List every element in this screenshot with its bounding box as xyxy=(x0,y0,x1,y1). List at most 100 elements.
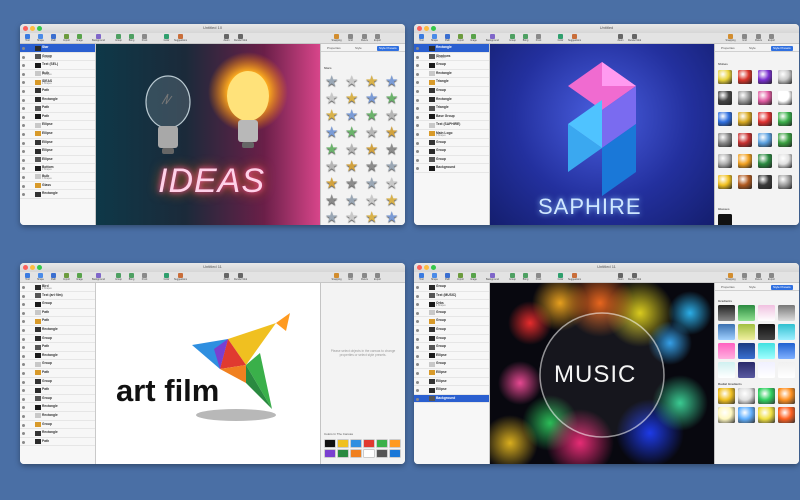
layer-row[interactable]: Ellipse xyxy=(20,147,95,156)
toolbar-button-image[interactable]: Image xyxy=(467,273,480,281)
toolbar-button-image[interactable]: Image xyxy=(73,34,86,42)
layer-row[interactable]: Rectangle xyxy=(20,326,95,335)
shine-preset[interactable] xyxy=(778,112,792,126)
gradient-preset[interactable] xyxy=(758,305,775,321)
visibility-icon[interactable] xyxy=(416,354,419,358)
radial-gradient-preset[interactable] xyxy=(738,388,755,404)
visibility-icon[interactable] xyxy=(22,440,25,444)
layer-row[interactable]: Group xyxy=(414,283,489,292)
star-preset[interactable]: ★ xyxy=(365,123,378,141)
shine-preset[interactable] xyxy=(738,70,752,84)
toolbar-button-front[interactable]: Front xyxy=(532,273,545,281)
toolbar-button-import[interactable]: Import xyxy=(60,273,73,281)
visibility-icon[interactable] xyxy=(22,303,25,307)
panel-tab[interactable]: Style Presets xyxy=(771,284,793,290)
toolbar-button-import[interactable]: Import xyxy=(454,34,467,42)
layer-row[interactable]: Ellipse xyxy=(414,369,489,378)
visibility-icon[interactable] xyxy=(22,81,25,85)
radial-gradient-preset[interactable] xyxy=(758,407,775,423)
layer-row[interactable]: Group xyxy=(414,139,489,148)
shine-preset[interactable] xyxy=(738,175,752,189)
toolbar-button-snapping[interactable]: Snapping xyxy=(724,34,737,42)
radial-gradient-preset[interactable] xyxy=(718,388,735,404)
canvas-color-swatch[interactable] xyxy=(389,449,401,458)
layer-row[interactable]: Text (art film) xyxy=(20,292,95,301)
visibility-icon[interactable] xyxy=(416,328,419,332)
canvas-color-swatch[interactable] xyxy=(324,449,336,458)
canvas-color-swatch[interactable] xyxy=(350,439,362,448)
canvas-color-swatch[interactable] xyxy=(363,439,375,448)
layer-row[interactable]: Base Group xyxy=(414,113,489,122)
layer-row[interactable]: Text (SEL) xyxy=(20,61,95,70)
radial-gradient-preset[interactable] xyxy=(758,388,775,404)
layer-row[interactable]: Group xyxy=(414,309,489,318)
visibility-icon[interactable] xyxy=(416,286,419,289)
toolbar-button-suggestions[interactable]: Suggestions xyxy=(568,34,581,42)
canvas[interactable]: art film xyxy=(96,283,320,464)
toolbar-button-path[interactable]: Path xyxy=(441,34,454,42)
layer-row[interactable]: Bulb 2 Shapes xyxy=(20,70,95,79)
toolbar-button-grid[interactable]: Grid xyxy=(738,34,751,42)
gradient-preset[interactable] xyxy=(718,324,735,340)
visibility-icon[interactable] xyxy=(22,175,25,179)
visibility-icon[interactable] xyxy=(416,389,419,393)
toolbar-button-export[interactable]: Export xyxy=(371,273,384,281)
toolbar-button-backgrounds[interactable]: Backgrounds xyxy=(92,34,105,42)
toolbar-button-color[interactable]: Color xyxy=(554,34,567,42)
layer-row[interactable]: Group xyxy=(414,360,489,369)
layer-row[interactable]: Rectangle xyxy=(20,403,95,412)
layer-row[interactable]: Text (MUSIC) xyxy=(414,292,489,301)
gradient-preset[interactable] xyxy=(758,362,775,378)
visibility-icon[interactable] xyxy=(22,294,25,298)
layer-row[interactable]: Rectangle xyxy=(414,44,489,53)
layer-row[interactable]: Path xyxy=(20,104,95,113)
layer-row[interactable]: Triangle xyxy=(414,104,489,113)
star-preset[interactable]: ★ xyxy=(325,191,338,209)
toolbar-button-render-mode[interactable]: Render Mode xyxy=(234,34,247,42)
panel-tab[interactable]: Style xyxy=(353,46,364,51)
toolbar-button-bring[interactable]: Bring xyxy=(125,34,138,42)
visibility-icon[interactable] xyxy=(22,380,25,384)
toolbar-button-backgrounds[interactable]: Backgrounds xyxy=(486,34,499,42)
shine-preset[interactable] xyxy=(758,175,772,189)
visibility-icon[interactable] xyxy=(416,320,419,324)
toolbar-button-bring[interactable]: Bring xyxy=(519,34,532,42)
shine-preset[interactable] xyxy=(718,175,732,189)
gradient-preset[interactable] xyxy=(738,343,755,359)
star-preset[interactable]: ★ xyxy=(325,174,338,192)
shine-preset[interactable] xyxy=(718,70,732,84)
toolbar-button-group[interactable]: Group xyxy=(112,273,125,281)
star-preset[interactable]: ★ xyxy=(345,157,358,175)
visibility-icon[interactable] xyxy=(22,371,25,375)
canvas[interactable]: MUSIC xyxy=(490,283,714,464)
window-titlebar[interactable]: Untitled 11 xyxy=(414,263,799,272)
visibility-icon[interactable] xyxy=(22,124,25,128)
toolbar-button-export[interactable]: Export xyxy=(765,34,778,42)
layer-row[interactable]: Group xyxy=(414,61,489,70)
shine-preset[interactable] xyxy=(758,133,772,147)
canvas[interactable]: SAPHIRE xyxy=(490,44,714,225)
visibility-icon[interactable] xyxy=(22,346,25,350)
star-preset[interactable]: ★ xyxy=(325,208,338,225)
toolbar-button-render-mode[interactable]: Render Mode xyxy=(628,34,641,42)
visibility-icon[interactable] xyxy=(22,89,25,93)
toolbar-button-bring[interactable]: Bring xyxy=(125,273,138,281)
toolbar-button-suggestions[interactable]: Suggestions xyxy=(568,273,581,281)
toolbar-button-tool[interactable]: Tool xyxy=(415,34,428,42)
toolbar-button-shape[interactable]: Shape xyxy=(428,273,441,281)
visibility-icon[interactable] xyxy=(22,115,25,119)
canvas-color-swatch[interactable] xyxy=(324,439,336,448)
shine-preset[interactable] xyxy=(758,154,772,168)
toolbar-button-path[interactable]: Path xyxy=(441,273,454,281)
visibility-icon[interactable] xyxy=(416,141,419,145)
toolbar-button-zoom[interactable]: Zoom xyxy=(220,273,233,281)
layer-row[interactable]: Background xyxy=(414,164,489,173)
layer-row[interactable]: Ellipse xyxy=(414,352,489,361)
visibility-icon[interactable] xyxy=(22,389,25,393)
visibility-icon[interactable] xyxy=(22,55,25,59)
star-preset[interactable]: ★ xyxy=(345,191,358,209)
shine-preset[interactable] xyxy=(718,133,732,147)
layer-row[interactable]: Path xyxy=(20,386,95,395)
toolbar-button-shape[interactable]: Shape xyxy=(428,34,441,42)
star-preset[interactable]: ★ xyxy=(365,174,378,192)
